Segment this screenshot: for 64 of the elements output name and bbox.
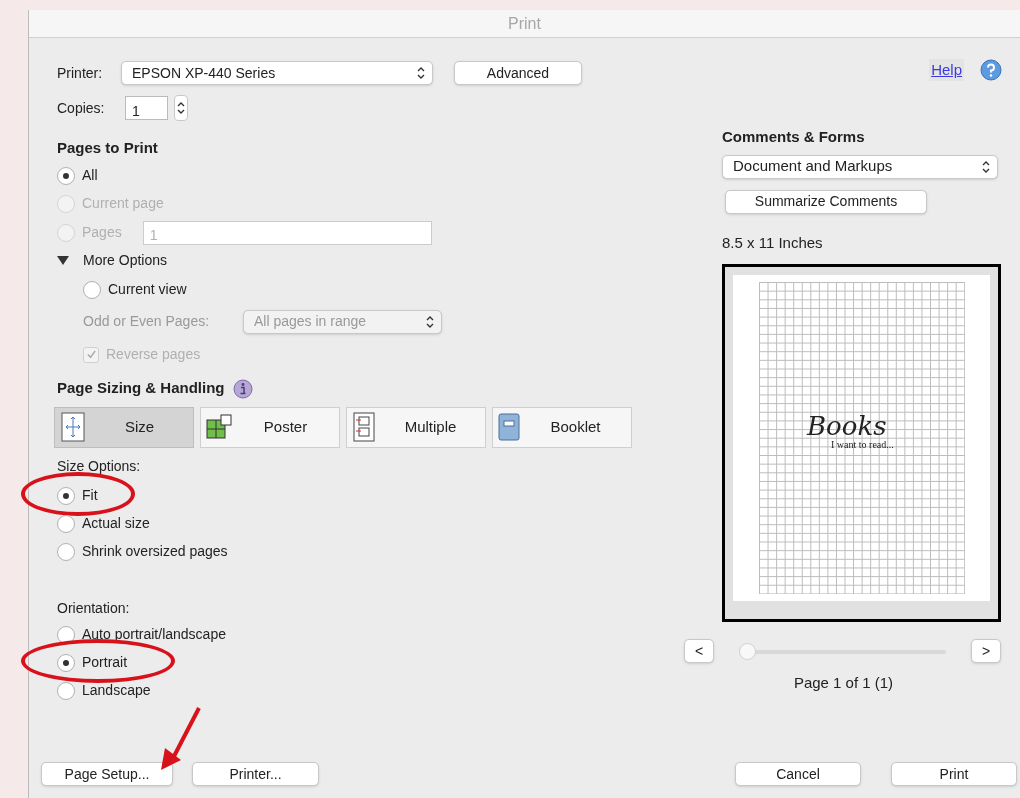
radio-button[interactable] [57, 681, 75, 700]
radio-button[interactable] [57, 514, 75, 533]
booklet-icon [498, 413, 520, 441]
copies-field[interactable]: 1 [125, 96, 168, 120]
multiple-icon [352, 412, 376, 442]
printer-dropdown[interactable]: EPSON XP-440 Series [121, 61, 433, 85]
tab[interactable]: Size [54, 406, 194, 448]
print-button[interactable]: Print [891, 762, 1017, 786]
radio-button[interactable] [57, 542, 75, 561]
page-count-label: Page 1 of 1 (1) [792, 673, 895, 693]
window-title: Print [508, 13, 541, 34]
group-label: Orientation: [57, 598, 131, 618]
field-label: Copies: [57, 98, 106, 118]
stepper-icon [176, 101, 186, 115]
field-label: Odd or Even Pages: [83, 312, 211, 331]
radio-button[interactable] [57, 653, 75, 672]
group-label: Size Options: [57, 456, 142, 476]
tab[interactable]: Poster [200, 406, 340, 448]
radio-label: Auto portrait/landscape [82, 625, 226, 644]
radio-label: Fit [82, 486, 98, 505]
section-heading: Pages to Print [57, 138, 159, 158]
summarize-comments-button[interactable]: Summarize Comments [725, 189, 927, 214]
help-icon [980, 59, 1002, 81]
radio-button[interactable] [57, 625, 75, 644]
cancel-button[interactable]: Cancel [735, 762, 861, 786]
radio-button[interactable] [83, 280, 101, 299]
radio-label: Pages [82, 223, 122, 242]
radio-label: Landscape [82, 681, 151, 700]
section-heading: Page Sizing & Handling [57, 378, 225, 399]
radio-button[interactable] [57, 486, 75, 505]
radio-button[interactable] [57, 166, 75, 185]
size-icon [60, 412, 86, 442]
radio-label: Shrink oversized pages [82, 542, 228, 561]
printer-button[interactable]: Printer... [192, 762, 319, 786]
comments-dropdown[interactable]: Document and Markups [722, 154, 998, 179]
page-setup-button[interactable]: Page Setup... [41, 762, 173, 786]
preview-subtitle: I want to read... [831, 439, 894, 450]
advanced-button[interactable]: Advanced [454, 61, 582, 85]
section-heading: Comments & Forms [722, 127, 866, 147]
checkbox-label: Reverse pages [106, 345, 201, 364]
stepper-icon [981, 159, 991, 174]
tab[interactable]: Booklet [492, 406, 632, 448]
help-link[interactable]: Help [929, 58, 964, 82]
paper-size-label: 8.5 x 11 Inches [722, 232, 824, 253]
previous-page-button[interactable]: < [684, 639, 714, 663]
disclosure-triangle-icon[interactable] [57, 255, 69, 266]
slider-thumb[interactable] [739, 642, 756, 660]
field-label: Printer: [57, 63, 104, 83]
radio-label: Actual size [82, 514, 150, 533]
tab[interactable]: Multiple [346, 406, 486, 448]
info-icon [232, 378, 253, 399]
stepper-icon [416, 66, 426, 80]
radio-label: All [82, 166, 98, 185]
radio-label: Current page [82, 194, 164, 213]
preview-title: Books [807, 413, 888, 439]
page-slider[interactable] [739, 642, 946, 660]
stepper-icon [425, 314, 435, 329]
disclosure-label[interactable]: More Options [83, 250, 168, 271]
stepper-control[interactable] [174, 95, 188, 121]
checkmark-icon [85, 349, 97, 360]
radio-label: Current view [108, 280, 187, 299]
next-page-button[interactable]: > [971, 639, 1001, 663]
radio-label: Portrait [82, 653, 128, 672]
poster-icon [206, 414, 232, 440]
